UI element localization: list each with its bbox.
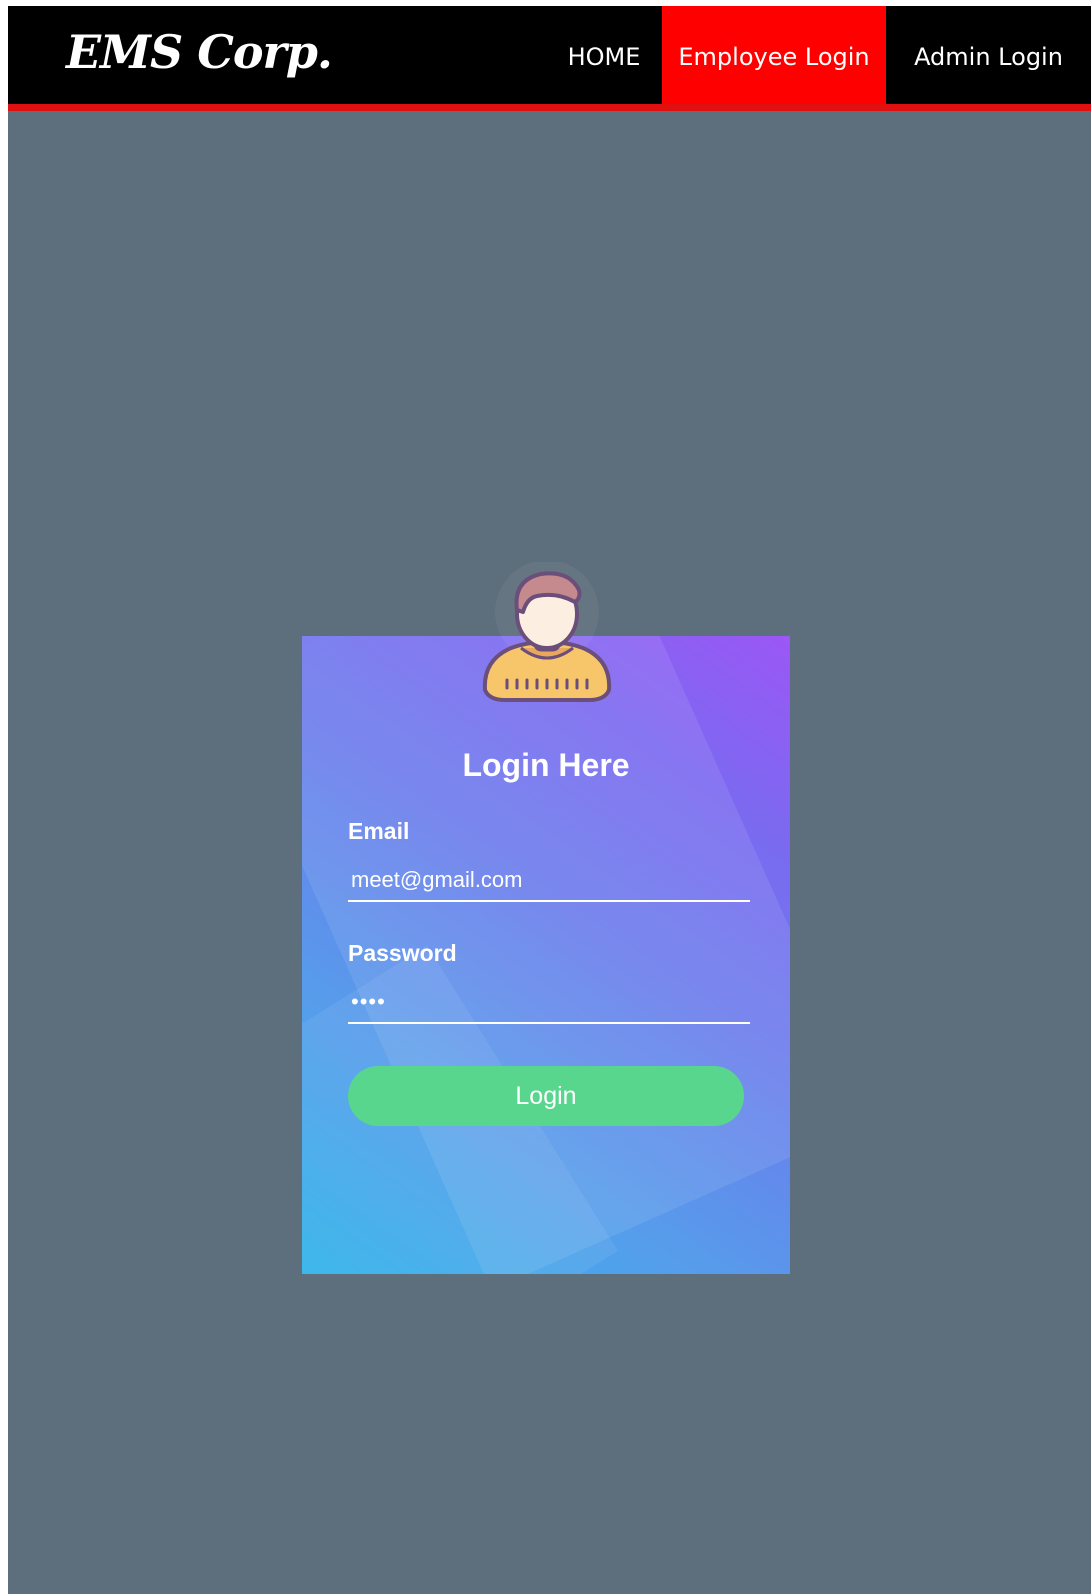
nav-home-link[interactable]: HOME <box>548 6 660 104</box>
brand-logo[interactable]: EMS Corp. <box>66 20 333 84</box>
password-field[interactable] <box>348 982 750 1024</box>
email-label: Email <box>348 818 410 844</box>
user-avatar-icon <box>482 562 612 702</box>
login-button[interactable]: Login <box>348 1066 744 1126</box>
login-title: Login Here <box>462 747 630 783</box>
nav-admin-login-link[interactable]: Admin Login <box>886 6 1091 104</box>
email-field[interactable] <box>348 860 750 902</box>
nav-employee-login-link[interactable]: Employee Login <box>662 6 886 104</box>
top-navbar: EMS Corp. HOME Employee Login Admin Logi… <box>8 6 1091 111</box>
password-label: Password <box>348 940 457 966</box>
